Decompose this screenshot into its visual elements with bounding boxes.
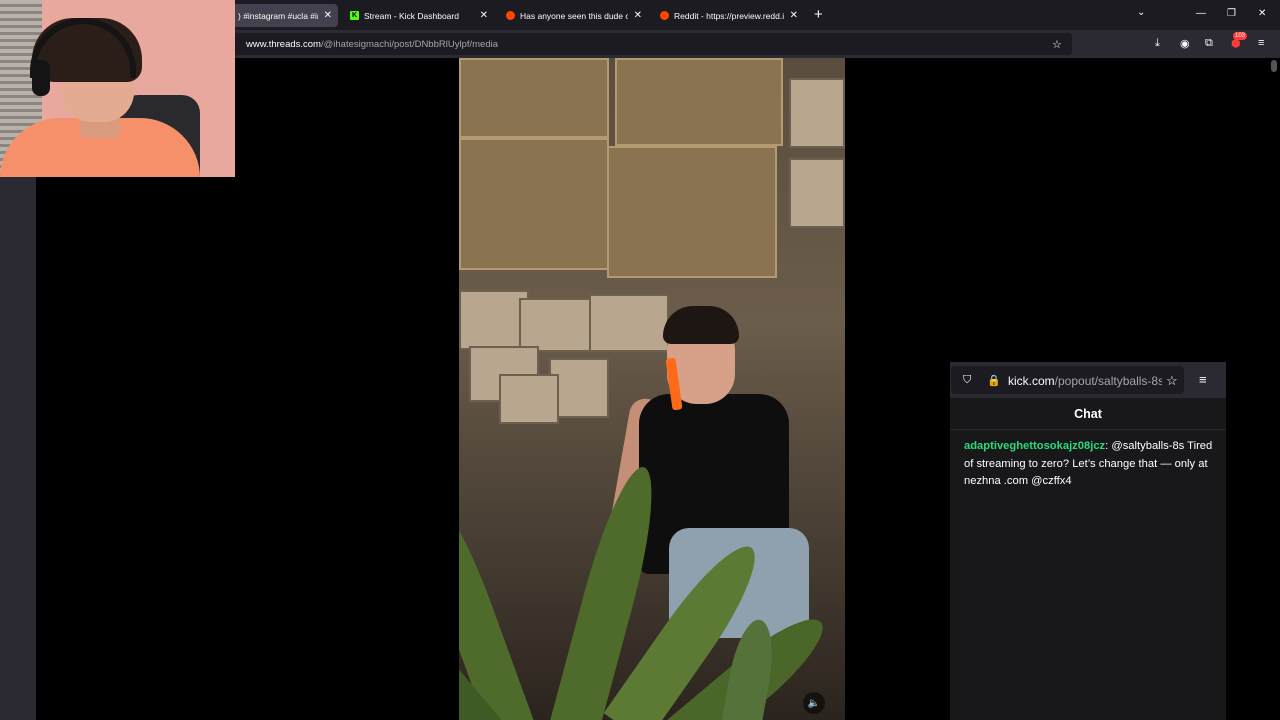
tab-title: Stream - Kick Dashboard	[364, 10, 459, 21]
chat-message: adaptiveghettosokajz08jcz: @saltyballs-8…	[964, 438, 1214, 491]
wall-stone	[789, 158, 845, 228]
tab-reddit-post[interactable]: Has anyone seen this dude on ✕	[500, 4, 648, 27]
reddit-icon	[506, 11, 515, 20]
url-path: /@ihatesigmachi/post/DNbbRlUylpf/media	[320, 39, 499, 50]
close-window-icon[interactable]: ✕	[1258, 8, 1266, 19]
wall-stone	[589, 294, 669, 352]
popout-toolbar: ⛉ 🔒 kick.com/popout/saltyballs-8s ☆ ≡	[950, 362, 1226, 398]
chat-username[interactable]: adaptiveghettosokajz08jcz	[964, 440, 1105, 452]
tab-instagram[interactable]: ) #instagram #ucla #ins ✕	[232, 4, 338, 27]
popout-url-path: /popout/saltyballs-8s	[1054, 374, 1162, 388]
reddit-icon	[660, 11, 669, 20]
extensions-icon[interactable]: ⧉	[1205, 37, 1213, 50]
webcam-overlay	[0, 0, 235, 177]
page-margin	[0, 177, 36, 720]
mailbox	[459, 138, 609, 270]
mailbox	[459, 58, 609, 138]
chat-title: Chat	[950, 398, 1226, 430]
bookmark-star-icon[interactable]: ☆	[1166, 373, 1178, 389]
mailbox	[607, 146, 777, 278]
close-tab-icon[interactable]: ✕	[324, 10, 332, 21]
restore-icon[interactable]: ❐	[1227, 8, 1236, 19]
popout-url: kick.com/popout/saltyballs-8s	[1008, 374, 1162, 388]
downloads-icon[interactable]: ⤓	[1155, 37, 1160, 50]
tab-reddit-preview[interactable]: Reddit - https://preview.redd.it/ ✕	[654, 4, 804, 27]
account-icon[interactable]: ◉	[1180, 37, 1190, 50]
person-hair	[663, 306, 739, 344]
kick-icon: K	[350, 11, 359, 20]
minimize-icon[interactable]: —	[1196, 8, 1206, 19]
app-menu-icon[interactable]: ≡	[1258, 37, 1264, 49]
popout-menu-icon[interactable]: ≡	[1199, 372, 1207, 387]
speaker-icon: 🔈	[807, 697, 821, 709]
lock-icon[interactable]: 🔒	[987, 374, 1001, 387]
close-tab-icon[interactable]: ✕	[480, 10, 488, 21]
shield-icon[interactable]: ⛉	[963, 374, 971, 387]
popout-url-domain: kick.com	[1008, 374, 1055, 388]
video-player[interactable]: 🔈	[459, 58, 845, 720]
mute-button[interactable]: 🔈	[803, 692, 825, 714]
tab-kick-dashboard[interactable]: K Stream - Kick Dashboard ✕	[344, 4, 494, 27]
wall-stone	[499, 374, 559, 424]
address-bar[interactable]: www.threads.com/@ihatesigmachi/post/DNbb…	[226, 33, 1072, 55]
list-all-tabs-icon[interactable]: ⌄	[1137, 7, 1145, 18]
tab-title: Has anyone seen this dude on	[520, 10, 628, 21]
mailbox	[615, 58, 783, 146]
tab-title: Reddit - https://preview.redd.it/	[674, 10, 784, 21]
tab-title: ) #instagram #ucla #ins	[238, 10, 318, 21]
new-tab-button[interactable]: +	[814, 6, 823, 23]
wall-stone	[519, 298, 599, 352]
popout-address-bar[interactable]: ⛉ 🔒 kick.com/popout/saltyballs-8s ☆	[951, 366, 1184, 394]
scrollbar-thumb[interactable]	[1271, 60, 1277, 72]
url-domain: www.threads.com	[246, 39, 321, 50]
page-scrollbar[interactable]	[1268, 58, 1280, 720]
close-tab-icon[interactable]: ✕	[790, 10, 798, 21]
bookmark-star-icon[interactable]: ☆	[1052, 38, 1062, 51]
close-tab-icon[interactable]: ✕	[634, 10, 642, 21]
wall-stone	[789, 78, 845, 148]
headset-earcup	[32, 60, 50, 96]
kick-chat-popout: ⛉ 🔒 kick.com/popout/saltyballs-8s ☆ ≡ Ch…	[950, 362, 1226, 720]
extension-badge: 103	[1233, 32, 1248, 40]
address-text: www.threads.com/@ihatesigmachi/post/DNbb…	[246, 39, 498, 50]
